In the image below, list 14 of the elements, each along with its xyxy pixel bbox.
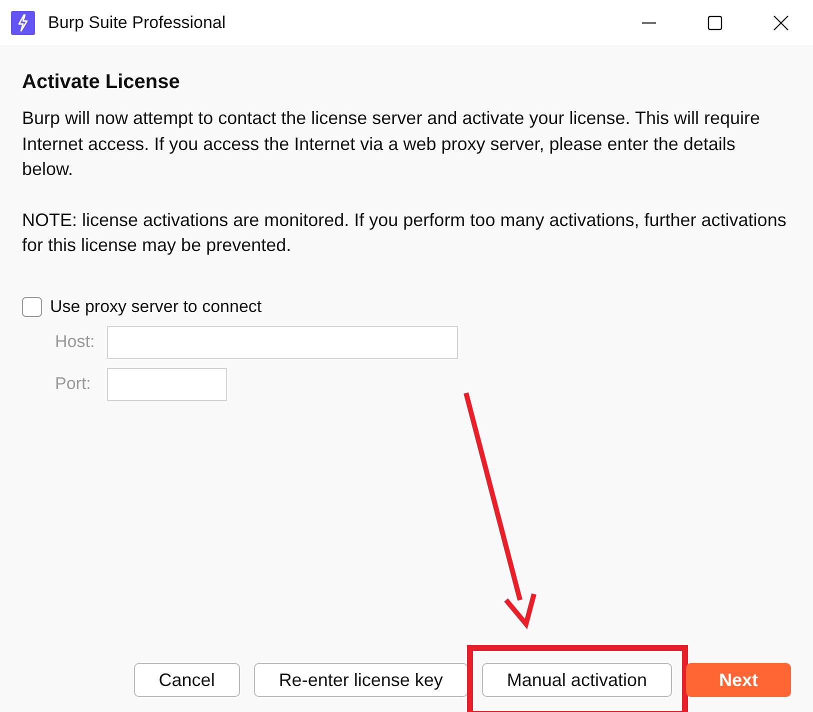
field-label: Port: [55,374,92,394]
maximize-icon[interactable] [707,14,723,30]
close-icon[interactable] [773,14,789,30]
dialog-heading: Activate License [22,71,181,94]
dialog-button[interactable]: Cancel [134,663,240,697]
info-text: NOTE: license activations are monitored. If you perform too many activations, further activations for this license may be prevented. [22,208,788,257]
field-label: Host: [55,332,96,352]
info-text: Burp will now attempt to contact the license server and activate your license. This will require Internet access. If you access the Internet via a web proxy server, please enter the details below. [22,107,762,181]
dialog-button[interactable]: Re-enter license key [254,663,468,697]
proxy-checkbox[interactable] [22,296,42,316]
checkbox-label: Use proxy server to connect [50,296,262,316]
dialog-button[interactable]: Manual activation [482,663,672,697]
window-title: Burp Suite Professional [48,12,226,32]
lightning-icon [11,10,35,34]
